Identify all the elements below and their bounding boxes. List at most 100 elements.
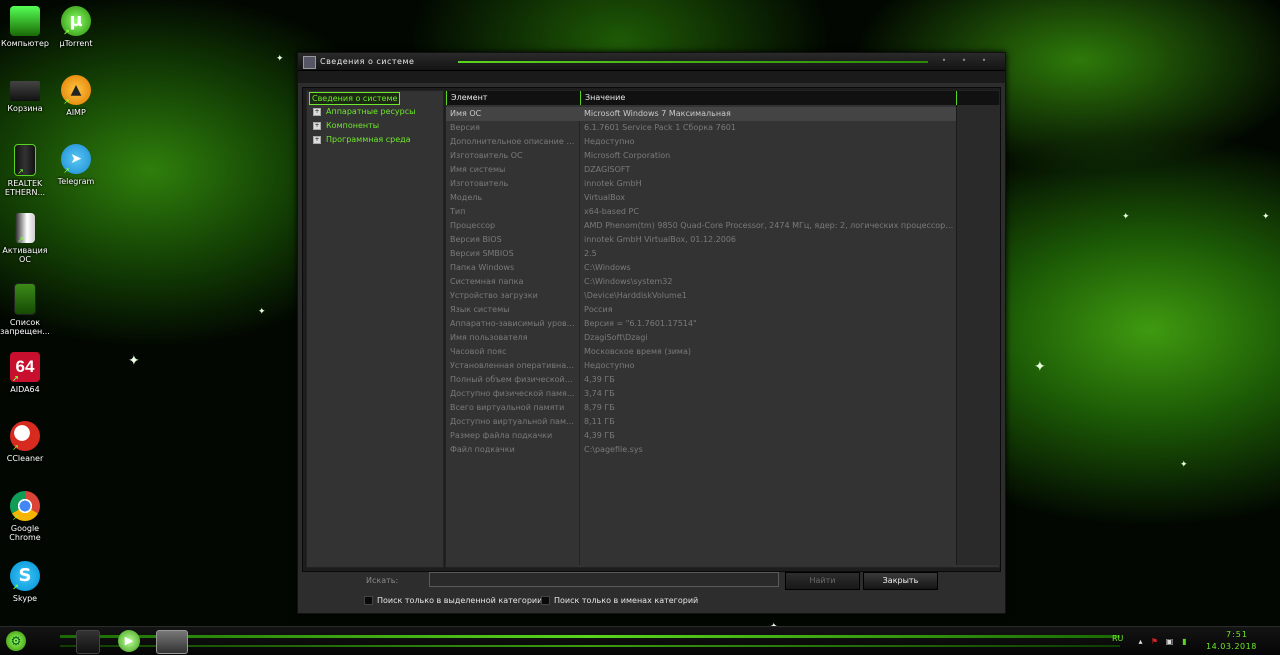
cell-value: VirtualBox (584, 193, 626, 202)
desktop-icon-aimp[interactable]: ▲ ↗ AIMP (47, 75, 105, 117)
tray-arrow-icon[interactable]: ▴ (1136, 637, 1145, 646)
checkbox-box[interactable] (364, 596, 373, 605)
checkbox-box[interactable] (541, 596, 550, 605)
cell-value: DZAGISOFT (584, 165, 631, 174)
desktop-icon-ccleaner[interactable]: ↗ CCleaner (0, 421, 54, 463)
table-row[interactable]: Версия BIOS innotek GmbH VirtualBox, 01.1… (446, 233, 956, 247)
cell-value: C:\Windows (584, 263, 631, 272)
cell-element: Аппаратно-зависимый уровен... (450, 319, 575, 328)
checkbox-search-selected-category[interactable]: Поиск только в выделенной категории (364, 596, 542, 605)
checkbox-label: Поиск только в именах категорий (554, 596, 699, 605)
desktop-icon-chrome[interactable]: ↗ Google Chrome (0, 491, 54, 542)
maximize-button[interactable]: • (958, 57, 970, 65)
table-row[interactable]: Аппаратно-зависимый уровен... Версия = "6… (446, 317, 956, 331)
table-row[interactable]: Полный объем физической п... 4,39 ГБ (446, 373, 956, 387)
table-row[interactable]: Имя системы DZAGISOFT (446, 163, 956, 177)
cell-element: Имя системы (450, 165, 506, 174)
column-header-element[interactable]: Элемент (446, 91, 579, 105)
cell-element: Дополнительное описание ОС (450, 137, 575, 146)
tree-item-system-summary[interactable]: Сведения о системе (309, 92, 401, 105)
table-row[interactable]: Язык системы Россия (446, 303, 956, 317)
table-row[interactable]: Имя ОС Microsoft Windows 7 Максимальная (446, 107, 956, 121)
cell-value: C:\Windows\system32 (584, 277, 673, 286)
desktop-icon-telegram[interactable]: ➤ ↗ Telegram (47, 144, 105, 186)
cell-element: Доступно физической памяти (450, 389, 575, 398)
titlebar-accent-line (458, 61, 928, 63)
clock-date[interactable]: 14.03.2018 (1206, 642, 1257, 651)
cell-value: x64-based PC (584, 207, 639, 216)
table-row[interactable]: Часовой пояс Московское время (зима) (446, 345, 956, 359)
search-input[interactable] (429, 572, 779, 587)
expand-icon[interactable]: + (313, 135, 321, 144)
table-row[interactable]: Системная папка C:\Windows\system32 (446, 275, 956, 289)
clock-time[interactable]: 7:51 (1226, 630, 1248, 639)
table-row[interactable]: Файл подкачки C:\pagefile.sys (446, 443, 956, 457)
cell-value: innotek GmbH VirtualBox, 01.12.2006 (584, 235, 737, 244)
table-row[interactable]: Модель VirtualBox (446, 191, 956, 205)
desktop-icon-aida64[interactable]: 64 ↗ AIDA64 (0, 352, 54, 394)
search-panel: Искать: Найти Закрыть Поиск только в выд… (298, 571, 1005, 611)
action-center-flag-icon[interactable]: ⚑ (1150, 637, 1159, 646)
cell-element: Модель (450, 193, 483, 202)
language-indicator[interactable]: RU (1112, 634, 1123, 643)
table-row[interactable]: Версия SMBIOS 2.5 (446, 247, 956, 261)
column-header-spacer (956, 91, 999, 105)
desktop-icon-recycle-bin[interactable]: Корзина (0, 75, 54, 113)
cell-element: Имя пользователя (450, 333, 528, 342)
table-row[interactable]: Процессор AMD Phenom(tm) 9850 Quad-Core P… (446, 219, 956, 233)
minimize-button[interactable]: • (938, 57, 950, 65)
taskbar-accent-secondary (60, 645, 1120, 647)
table-row[interactable]: Дополнительное описание ОС Недоступно (446, 135, 956, 149)
cell-element: Версия BIOS (450, 235, 502, 244)
desktop-icon-blocked-list[interactable]: Список запрещен... (0, 283, 54, 336)
expand-icon[interactable]: + (313, 121, 321, 130)
signal-icon[interactable]: ▮ (1180, 637, 1189, 646)
tree-item-hardware-resources[interactable]: + Аппаратные ресурсы (313, 106, 415, 117)
table-row[interactable]: Устройство загрузки \Device\HarddiskVolum… (446, 289, 956, 303)
cell-value: Недоступно (584, 361, 635, 370)
table-row[interactable]: Установленная оперативная п... Недоступно (446, 359, 956, 373)
taskbar-media-player-icon[interactable]: ▶ (118, 630, 140, 652)
table-row[interactable]: Доступно физической памяти 3,74 ГБ (446, 387, 956, 401)
table-row[interactable]: Всего виртуальной памяти 8,79 ГБ (446, 401, 956, 415)
tree-item-components[interactable]: + Компоненты (313, 120, 379, 131)
cell-element: Версия SMBIOS (450, 249, 514, 258)
tree-item-software-environment[interactable]: + Программная среда (313, 134, 411, 145)
cell-value: 8,11 ГБ (584, 417, 615, 426)
table-row[interactable]: Версия 6.1.7601 Service Pack 1 Сборка 760… (446, 121, 956, 135)
start-button[interactable]: ⚙ (6, 631, 26, 651)
table-row[interactable]: Доступно виртуальной памяти 8,11 ГБ (446, 415, 956, 429)
tree-item-label: Программная среда (326, 135, 411, 144)
window-titlebar[interactable]: Сведения о системе • • • (298, 53, 1005, 71)
network-icon[interactable]: ▣ (1165, 637, 1174, 646)
column-header-value[interactable]: Значение (580, 91, 957, 105)
desktop-icon-computer[interactable]: Компьютер (0, 6, 54, 48)
activation-icon: ↗ (15, 213, 35, 244)
close-button[interactable]: Закрыть (863, 572, 938, 590)
close-window-button[interactable]: • (978, 57, 990, 65)
expand-icon[interactable]: + (313, 107, 321, 116)
tree-item-label: Аппаратные ресурсы (326, 107, 416, 116)
utorrent-icon: µ ↗ (61, 6, 91, 37)
table-row[interactable]: Размер файла подкачки 4,39 ГБ (446, 429, 956, 443)
cell-element: Всего виртуальной памяти (450, 403, 565, 412)
checkbox-search-category-names[interactable]: Поиск только в именах категорий (541, 596, 698, 605)
table-row[interactable]: Папка Windows C:\Windows (446, 261, 956, 275)
table-row[interactable]: Изготовитель ОС Microsoft Corporation (446, 149, 956, 163)
desktop-icon-skype[interactable]: S ↗ Skype (0, 561, 54, 603)
cell-element: Устройство загрузки (450, 291, 538, 300)
desktop-icon-activation[interactable]: ↗ Активация ОС (0, 213, 54, 264)
table-row[interactable]: Имя пользователя DzagiSoft\Dzagi (446, 331, 956, 345)
details-list: Элемент Значение Имя ОС Microsoft Windows… (445, 90, 1000, 568)
cell-element: Установленная оперативная п... (450, 361, 575, 370)
cell-element: Файл подкачки (450, 445, 515, 454)
table-row[interactable]: Изготовитель innotek GmbH (446, 177, 956, 191)
find-button[interactable]: Найти (785, 572, 860, 590)
desktop-icon-realtek[interactable]: ↗ REALTEK ETHERN... (0, 144, 54, 197)
table-row[interactable]: Тип x64-based PC (446, 205, 956, 219)
cell-element: Полный объем физической п... (450, 375, 575, 384)
taskbar-system-info-icon[interactable] (156, 630, 188, 654)
cell-value: Московское время (зима) (584, 347, 691, 356)
taskbar-explorer-icon[interactable] (76, 630, 100, 654)
desktop-icon-utorrent[interactable]: µ ↗ µTorrent (47, 6, 105, 48)
